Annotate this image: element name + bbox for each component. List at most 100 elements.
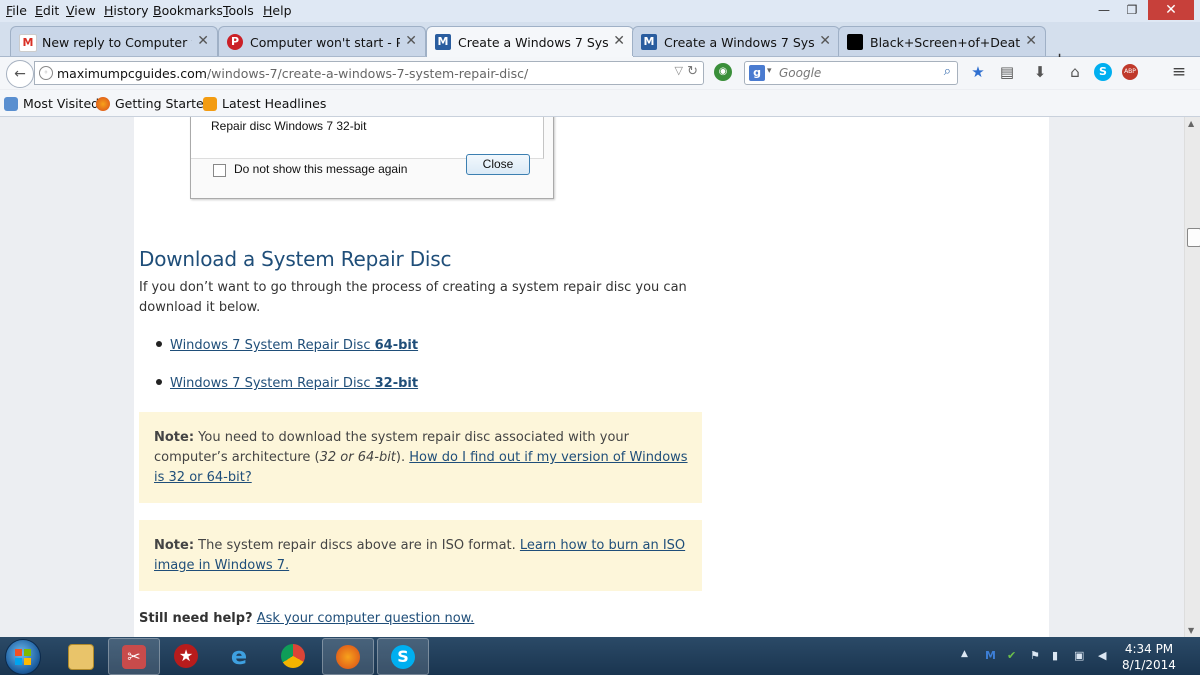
link-text: Windows 7 System Repair Disc	[170, 376, 375, 391]
note-text: Note: You need to download the system re…	[154, 428, 694, 488]
bookmark-star-icon[interactable]: ★	[969, 63, 987, 81]
scrollbar-thumb[interactable]	[1187, 228, 1200, 247]
checkbox-label: Do not show this message again	[234, 162, 408, 176]
taskbar-chrome[interactable]	[268, 638, 318, 673]
menu-tools[interactable]: Tools	[223, 3, 254, 18]
help-line: Still need help? Ask your computer quest…	[139, 611, 474, 626]
reload-icon[interactable]: ↻	[687, 64, 698, 79]
download-64bit-link[interactable]: Windows 7 System Repair Disc 64-bit	[170, 338, 418, 353]
close-tab-icon[interactable]: ✕	[613, 33, 625, 49]
taskbar-file-explorer[interactable]	[55, 638, 105, 673]
bookmark-most-visited[interactable]: Most Visited	[4, 96, 99, 111]
taskbar-internet-explorer[interactable]: e	[214, 638, 264, 673]
tab-strip: M New reply to Computer w... ✕ P Compute…	[0, 22, 1200, 70]
engine-dropdown-icon[interactable]: ▾	[767, 66, 772, 76]
close-tab-icon[interactable]: ✕	[197, 33, 209, 49]
scroll-up-arrow-icon[interactable]: ▲	[1188, 119, 1194, 128]
tab-pinterest[interactable]: P Computer won't start - Pa... ✕	[218, 26, 426, 56]
taskbar-pokerstars[interactable]: ★	[161, 638, 211, 673]
note-text: Note: The system repair discs above are …	[154, 536, 694, 576]
pinterest-icon: P	[227, 34, 243, 50]
minimize-button[interactable]: —	[1090, 0, 1118, 20]
dialog-screenshot-image: Repair disc Windows 7 32-bit Do not show…	[190, 117, 554, 199]
clock-time: 4:34 PM	[1124, 642, 1174, 656]
note-body: The system repair discs above are in ISO…	[194, 538, 520, 553]
close-tab-icon[interactable]: ✕	[405, 33, 417, 49]
address-bar[interactable]: ◦ maximumpcguides.com/windows-7/create-a…	[34, 61, 704, 85]
menu-edit[interactable]: Edit	[35, 3, 59, 18]
maximize-button[interactable]: ❐	[1118, 0, 1146, 20]
menu-file[interactable]: File	[6, 3, 27, 18]
malwarebytes-tray-icon[interactable]: M	[985, 649, 996, 662]
firefox-icon	[96, 97, 110, 111]
start-button[interactable]	[5, 639, 41, 675]
chrome-icon	[281, 644, 305, 668]
dialog-message: Repair disc Windows 7 32-bit	[211, 119, 367, 133]
close-button-image: Close	[466, 154, 530, 175]
sync-tray-icon[interactable]: ✔	[1007, 649, 1016, 662]
web-viewport: Repair disc Windows 7 32-bit Do not show…	[0, 117, 1184, 637]
bookmark-getting-started[interactable]: Getting Started	[96, 96, 212, 111]
close-tab-icon[interactable]: ✕	[1025, 33, 1037, 49]
back-button[interactable]: ←	[6, 60, 34, 88]
tab-active-repair-disc[interactable]: M Create a Windows 7 Syste... ✕	[426, 26, 634, 57]
tab-repair-disc-2[interactable]: M Create a Windows 7 Syste... ✕	[632, 26, 840, 56]
bookmarks-menu-icon[interactable]: ▤	[998, 63, 1016, 81]
note-label: Note:	[154, 538, 195, 553]
menu-view[interactable]: View	[66, 3, 96, 18]
network-signal-icon[interactable]: ▮	[1052, 649, 1058, 662]
history-dropdown-icon[interactable]: ▽	[675, 64, 683, 77]
snipping-tool-icon: ✂	[122, 645, 146, 669]
home-icon[interactable]: ⌂	[1066, 63, 1084, 81]
menu-bar: File Edit View History Bookmarks Tools H…	[0, 0, 1200, 22]
url-text[interactable]: maximumpcguides.com/windows-7/create-a-w…	[57, 66, 528, 81]
section-heading: Download a System Repair Disc	[139, 247, 452, 271]
menu-bookmarks[interactable]: Bookmarks	[153, 3, 223, 18]
globe-icon: ◦	[39, 66, 53, 80]
close-window-button[interactable]: ✕	[1148, 0, 1194, 20]
addon-icon[interactable]: ◉	[714, 63, 732, 81]
scroll-down-arrow-icon[interactable]: ▼	[1188, 626, 1194, 635]
tab-gmail[interactable]: M New reply to Computer w... ✕	[10, 26, 218, 56]
ask-question-link[interactable]: Ask your computer question now.	[257, 611, 475, 626]
adblock-icon[interactable]: ABP	[1122, 64, 1138, 80]
volume-speaker-icon[interactable]: ◀	[1098, 649, 1106, 662]
checkbox-image	[213, 164, 226, 177]
hamburger-menu-icon[interactable]: ≡	[1170, 63, 1188, 81]
network-adapter-icon[interactable]: ▣	[1074, 649, 1084, 662]
search-bar[interactable]: g ▾ Google ⌕	[744, 61, 958, 85]
bookmark-label: Getting Started	[115, 96, 212, 111]
most-visited-icon	[4, 97, 18, 111]
link-bold: 64-bit	[374, 338, 419, 353]
downloads-icon[interactable]: ⬇	[1031, 63, 1049, 81]
vertical-scrollbar[interactable]: ▲ ▼	[1184, 117, 1200, 637]
download-32bit-link[interactable]: Windows 7 System Repair Disc 32-bit	[170, 376, 418, 391]
skype-icon[interactable]: S	[1094, 63, 1112, 81]
google-engine-icon[interactable]: g	[749, 65, 765, 81]
taskbar-snipping-tool[interactable]: ✂	[108, 638, 160, 675]
tab-title: New reply to Computer w...	[42, 35, 192, 50]
navigation-toolbar: ← ◦ maximumpcguides.com/windows-7/create…	[0, 57, 1200, 89]
search-icon[interactable]: ⌕	[944, 64, 951, 79]
intro-paragraph: If you don’t want to go through the proc…	[139, 280, 687, 315]
taskbar-firefox[interactable]	[322, 638, 374, 675]
search-placeholder[interactable]: Google	[779, 66, 821, 80]
tab-title: Create a Windows 7 Syste...	[664, 35, 814, 50]
bullet	[156, 341, 162, 347]
menu-history[interactable]: History	[104, 3, 148, 18]
system-clock[interactable]: 4:34 PM 8/1/2014	[1118, 641, 1180, 673]
windows-taskbar: ✂ ★ e S ▲ M ✔ ⚑ ▮ ▣ ◀ 4:34 PM 8/1/2014	[0, 637, 1200, 675]
tab-black-screen[interactable]: Black+Screen+of+Death+... ✕	[838, 26, 1046, 56]
note-box-iso: Note: The system repair discs above are …	[139, 520, 702, 591]
close-tab-icon[interactable]: ✕	[819, 33, 831, 49]
menu-help[interactable]: Help	[263, 3, 292, 18]
file-explorer-icon	[68, 644, 94, 670]
bookmark-latest-headlines[interactable]: Latest Headlines	[203, 96, 326, 111]
internet-explorer-icon: e	[230, 642, 248, 670]
taskbar-skype[interactable]: S	[377, 638, 429, 675]
show-hidden-icons-button[interactable]: ▲	[961, 649, 968, 659]
download-list-item: Windows 7 System Repair Disc 64-bit	[156, 338, 418, 353]
action-center-flag-icon[interactable]: ⚑	[1030, 649, 1040, 662]
skype-icon: S	[391, 645, 415, 669]
maximumpc-icon: M	[435, 34, 451, 50]
